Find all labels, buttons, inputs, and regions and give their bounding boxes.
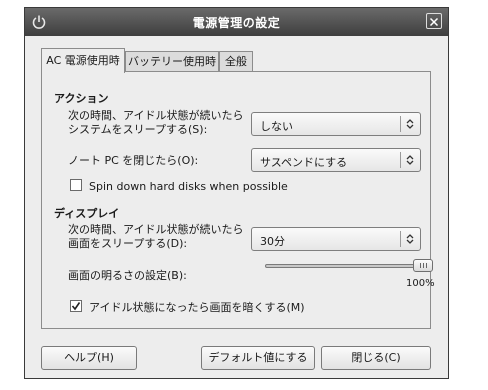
reset-defaults-button[interactable]: デフォルト値にする: [201, 346, 315, 370]
spin-down-label: Spin down hard disks when possible: [89, 180, 288, 193]
idle-sleep-label-line1: 次の時間、アイドル状態が続いたら: [68, 109, 244, 122]
display-sleep-label-line1: 次の時間、アイドル状態が続いたら: [68, 223, 244, 236]
dim-on-idle-checkbox[interactable]: アイドル状態になったら画面を暗くする(M): [70, 299, 305, 315]
checkmark-icon: [71, 302, 81, 311]
help-button[interactable]: ヘルプ(H): [41, 346, 137, 370]
close-icon[interactable]: [426, 13, 442, 29]
system-sleep-value: しない: [260, 120, 293, 133]
checkbox-box[interactable]: [70, 179, 82, 191]
lid-close-label: ノート PC を閉じたら(O):: [68, 154, 199, 167]
combo-separator: [400, 152, 401, 168]
power-settings-window: 電源管理の設定 AC 電源使用時 バッテリー使用時 全般 アクション 次の時間、…: [24, 7, 449, 379]
display-heading: ディスプレイ: [54, 207, 120, 220]
display-sleep-spinner[interactable]: 30分: [251, 227, 421, 251]
brightness-value: 100%: [406, 278, 435, 289]
brightness-slider-track[interactable]: [265, 264, 433, 268]
action-heading: アクション: [54, 92, 109, 105]
title-bar[interactable]: 電源管理の設定: [25, 8, 448, 36]
brightness-label: 画面の明るさの設定(B):: [68, 269, 187, 282]
brightness-slider-thumb[interactable]: [413, 259, 433, 272]
tab-battery[interactable]: バッテリー使用時: [125, 51, 219, 71]
idle-sleep-label-line2: システムをスリープする(S):: [68, 123, 208, 136]
combo-separator: [400, 116, 401, 132]
tab-general[interactable]: 全般: [219, 51, 253, 71]
tab-ac-power[interactable]: AC 電源使用時: [41, 48, 125, 73]
checkbox-box[interactable]: [70, 300, 82, 312]
system-sleep-combo[interactable]: しない: [251, 112, 421, 136]
up-down-arrows-icon: [406, 119, 414, 129]
tab-panel: アクション 次の時間、アイドル状態が続いたら システムをスリープする(S): し…: [41, 71, 435, 329]
spin-down-checkbox[interactable]: Spin down hard disks when possible: [70, 179, 288, 193]
dim-on-idle-label: アイドル状態になったら画面を暗くする(M): [89, 301, 305, 314]
close-button[interactable]: 閉じる(C): [321, 346, 431, 370]
combo-separator: [400, 231, 401, 247]
up-down-arrows-icon: [406, 155, 414, 165]
lid-close-value: サスペンドにする: [260, 156, 348, 169]
up-down-arrows-icon: [406, 234, 414, 244]
window-title: 電源管理の設定: [192, 16, 281, 30]
display-sleep-value: 30分: [260, 235, 285, 248]
lid-close-combo[interactable]: サスペンドにする: [251, 148, 421, 172]
display-sleep-label-line2: 画面をスリープする(D):: [68, 237, 188, 250]
